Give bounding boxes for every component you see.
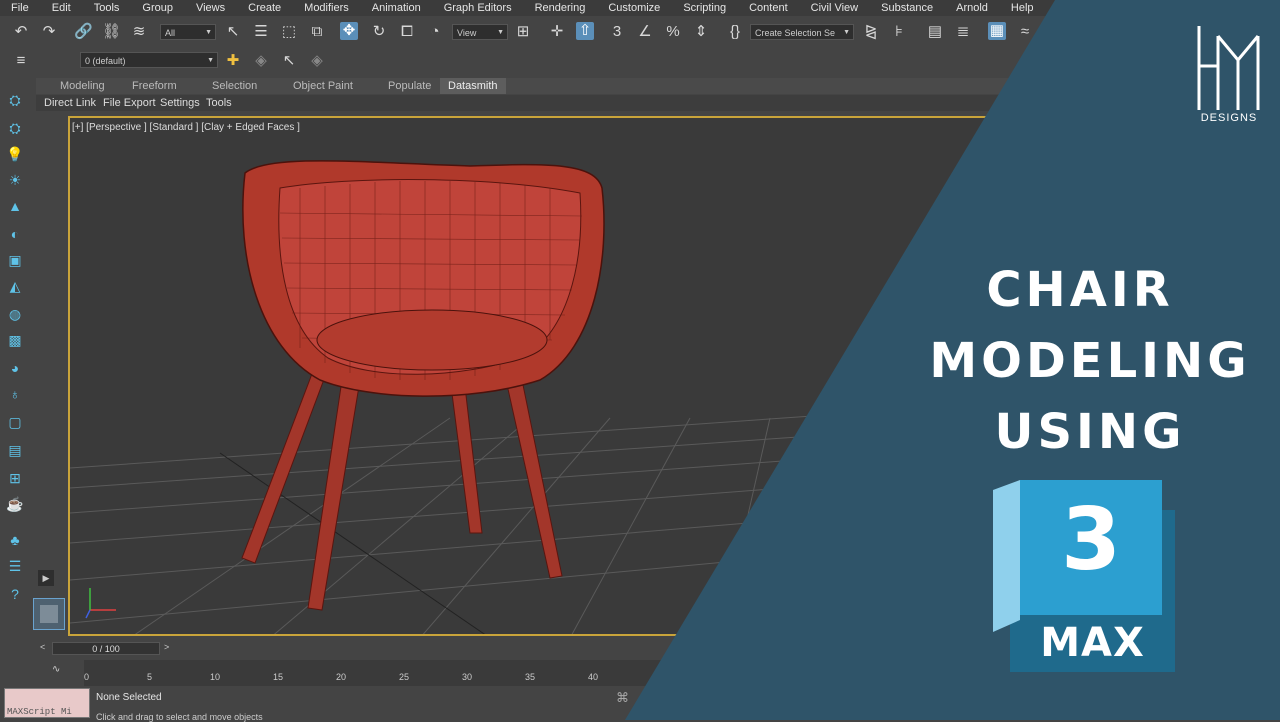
title-line-1: CHAIR <box>986 262 1174 318</box>
logo-number: 3 <box>1061 490 1121 590</box>
brand-label: DESIGNS <box>1200 112 1258 124</box>
title-line-2: MODELING <box>929 333 1251 389</box>
logo-label: MAX <box>1040 620 1145 666</box>
title-line-3: USING <box>994 404 1186 460</box>
